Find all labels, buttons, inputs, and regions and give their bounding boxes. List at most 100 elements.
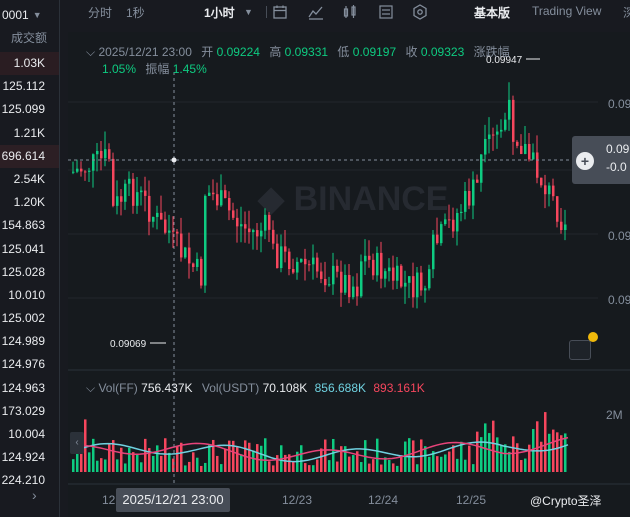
candle-body-up xyxy=(432,234,435,270)
volume-bar-up xyxy=(196,457,199,472)
candle-body-up xyxy=(352,286,355,298)
candle-body-up xyxy=(444,219,447,225)
time-axis-label: 12/23 xyxy=(282,493,312,507)
depth-tab[interactable]: 深 xyxy=(623,4,630,21)
orderbook-row[interactable]: 10.010 xyxy=(0,284,59,307)
volume-bar-down xyxy=(200,465,203,472)
candle-body-up xyxy=(524,143,527,154)
candle-body-down xyxy=(112,158,115,206)
orderbook-row[interactable]: 125.002 xyxy=(0,307,59,330)
chart-settings-icon[interactable] xyxy=(378,4,394,20)
add-order-plus-icon[interactable]: + xyxy=(576,152,594,170)
orderbook-row[interactable]: 154.863 xyxy=(0,214,59,237)
volume-bar-down xyxy=(320,448,323,472)
candle-body-up xyxy=(360,261,363,297)
orderbook-row[interactable]: 224.210 xyxy=(0,469,59,492)
volume-bar-down xyxy=(476,431,479,472)
volume-bar-down xyxy=(368,463,371,472)
volume-bar-down xyxy=(348,456,351,472)
candle-body-up xyxy=(388,267,391,272)
orderbook-row[interactable]: 125.028 xyxy=(0,261,59,284)
orderbook-row[interactable]: 124.989 xyxy=(0,330,59,353)
low-value: 0.09197 xyxy=(352,45,397,59)
orderbook-row[interactable]: 173.029 xyxy=(0,400,59,423)
orderbook-row[interactable]: 10.004 xyxy=(0,423,59,446)
volume-bar-up xyxy=(416,464,419,472)
orderbook-row[interactable]: 2.54K xyxy=(0,168,59,191)
candle-body-down xyxy=(492,134,495,136)
volume-bar-down xyxy=(436,456,439,472)
chevron-down-icon[interactable]: ⌵ xyxy=(86,45,95,59)
indicator-icon[interactable] xyxy=(308,4,324,20)
settings-icon[interactable] xyxy=(412,4,428,20)
chevron-down-icon[interactable]: ▼ xyxy=(244,7,253,17)
volume-bar-down xyxy=(516,443,519,472)
orderbook-row[interactable]: 125.041 xyxy=(0,238,59,261)
chevron-right-icon[interactable]: › xyxy=(32,487,37,503)
volume-bar-up xyxy=(312,465,315,472)
volume-bar-up xyxy=(72,459,75,472)
volume-bar-down xyxy=(552,429,555,472)
orderbook-row[interactable]: 124.963 xyxy=(0,377,59,400)
basic-view-tab[interactable]: 基本版 xyxy=(474,4,510,21)
amplitude-value: 1.45% xyxy=(172,62,207,76)
candle-body-up xyxy=(532,152,535,160)
vol-ma1-value: 856.688K xyxy=(314,381,367,395)
candle-body-up xyxy=(88,170,91,172)
volume-bar-down xyxy=(216,455,219,472)
calendar-icon[interactable] xyxy=(272,4,288,20)
candle-body-down xyxy=(392,267,395,281)
tradingview-tab[interactable]: Trading View xyxy=(532,4,601,18)
candle-body-down xyxy=(80,168,83,172)
time-axis-label: 12/24 xyxy=(368,493,398,507)
candle-body-down xyxy=(188,247,191,264)
candlestick-icon[interactable] xyxy=(342,4,358,20)
candle-body-up xyxy=(128,178,131,184)
time-axis-label: 12 xyxy=(102,493,116,507)
volume-bar-up xyxy=(460,441,463,472)
orderbook-precision-select[interactable]: 0001 ▼ xyxy=(0,0,59,24)
volume-bar-up xyxy=(472,464,475,472)
volume-bar-up xyxy=(156,445,159,472)
chevron-down-icon[interactable]: ⌵ xyxy=(86,381,95,395)
candle-body-down xyxy=(308,264,311,266)
orderbook-row[interactable]: 1.20K xyxy=(0,191,59,214)
chevron-left-icon[interactable]: ‹ xyxy=(70,432,84,454)
interval-1s-button[interactable]: 1秒 xyxy=(126,4,145,21)
price-axis-label: 0.09 xyxy=(608,293,630,307)
chart-toolbar: 分时 1秒 1小时 ▼ 基本版 Trading View 深 xyxy=(60,0,630,24)
crosshair-dot xyxy=(171,157,177,163)
orderbook-row[interactable]: 696.614 xyxy=(0,144,59,168)
candle-body-up xyxy=(416,272,419,298)
orderbook-row[interactable]: 1.03K xyxy=(0,52,59,76)
interval-1h-button[interactable]: 1小时 xyxy=(204,4,235,21)
candle-body-up xyxy=(196,258,199,267)
timeshare-button[interactable]: 分时 xyxy=(88,4,112,21)
orderbook-row[interactable]: 1.21K xyxy=(0,122,59,145)
candle-body-up xyxy=(260,230,263,237)
price-chart[interactable]: ◆ BINANCE 0.09 0.09 0.09 0.09 2M 12 12/23 12/24 1… xyxy=(68,32,630,517)
candle-body-down xyxy=(160,212,163,220)
volume-bar-down xyxy=(536,421,539,472)
order-list-icon[interactable] xyxy=(569,340,591,360)
volume-bar-up xyxy=(124,463,127,472)
orderbook-row[interactable]: 125.099 xyxy=(0,98,59,121)
orderbook-row[interactable]: 125.112 xyxy=(0,75,59,98)
candle-body-down xyxy=(292,269,295,273)
candle-body-down xyxy=(448,219,451,221)
volume-bar-up xyxy=(220,464,223,472)
candlestick-canvas[interactable]: ◆ BINANCE 0.09 0.09 0.09 0.09 2M 12 12/23 12/24 1… xyxy=(68,32,630,517)
candle-body-down xyxy=(200,258,203,286)
volume-bar-down xyxy=(268,461,271,472)
candle-body-up xyxy=(104,149,107,159)
orderbook-row[interactable]: 124.924 xyxy=(0,446,59,469)
volume-bar-up xyxy=(496,437,499,472)
volume-bar-up xyxy=(444,454,447,472)
volume-bar-down xyxy=(224,449,227,472)
volume-bar-up xyxy=(508,451,511,472)
volume-bar-up xyxy=(128,447,131,472)
orderbook-row[interactable]: 124.976 xyxy=(0,353,59,376)
ohlc-datetime: 2025/12/21 23:00 xyxy=(98,45,192,59)
volume-bar-down xyxy=(556,432,559,472)
candle-body-up xyxy=(296,261,299,273)
